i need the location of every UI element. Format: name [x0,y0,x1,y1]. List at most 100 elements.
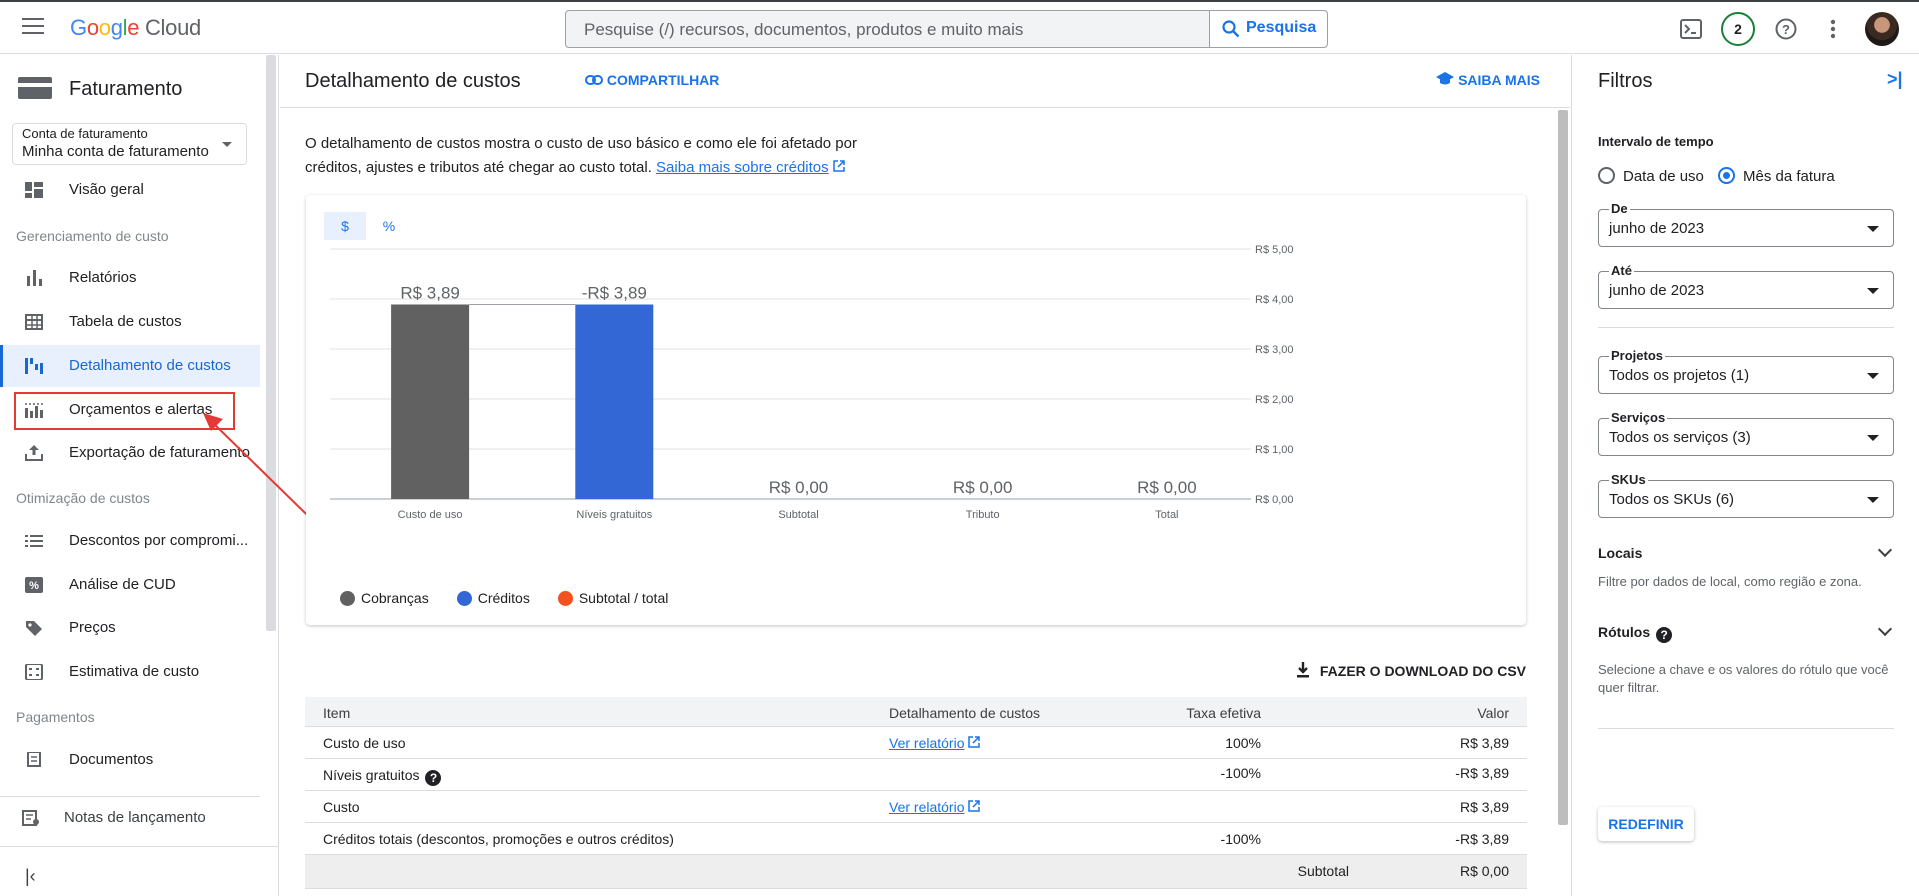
menu-icon[interactable] [22,18,44,36]
legend-swatch [340,591,355,606]
sidebar-item-label: Visão geral [69,181,144,198]
bar-chart-icon [27,270,42,286]
y-tick-label: R$ 5,00 [1255,244,1294,256]
dashboard-icon [25,182,43,198]
header-value: Valor [1477,705,1509,721]
link-icon [585,75,603,85]
avatar[interactable] [1865,12,1899,46]
time-range-label: Intervalo de tempo [1598,134,1714,149]
radio-usage-date[interactable]: Data de uso [1598,167,1704,185]
sidebar-item-cud-analysis[interactable]: % Análise de CUD [0,564,260,606]
to-label: Até [1609,263,1634,278]
x-tick-label: Subtotal [778,509,818,521]
sidebar-item-label: Preços [69,619,116,636]
from-select[interactable]: De junho de 2023 [1598,201,1894,247]
top-bar: Google Cloud Pesquise (/) recursos, docu… [0,0,1919,54]
view-report-link[interactable]: Ver relatório [889,799,981,815]
close-panel-icon[interactable]: >| [1887,69,1903,90]
tag-icon [26,621,42,636]
collapse-nav-icon[interactable]: |‹ [25,866,36,887]
main-header: Detalhamento de custos COMPARTILHAR SAIB… [280,55,1570,108]
y-tick-label: R$ 1,00 [1255,444,1294,456]
sidebar-item-release-notes[interactable]: Notas de lançamento [0,796,260,838]
more-vert-icon[interactable] [1830,19,1836,39]
data-label: R$ 3,89 [400,284,460,303]
bar [391,304,470,499]
school-icon [1436,72,1455,85]
sidebar-item-cost-table[interactable]: Tabela de custos [0,301,260,343]
share-button[interactable]: COMPARTILHAR [585,72,719,88]
sidebar-item-label: Relatórios [69,269,137,286]
section-cost-management: Gerenciamento de custo [16,228,169,244]
billing-card-icon [18,77,52,99]
legend-item: Cobranças [340,590,429,606]
billing-account-select[interactable]: Conta de faturamento Minha conta de fatu… [12,123,247,165]
x-tick-label: Total [1155,509,1178,521]
bar [575,304,654,499]
row-rate: 100% [1225,735,1261,751]
view-report-link[interactable]: Ver relatório [889,735,981,751]
chevron-down-icon [1867,497,1879,503]
calculator-icon [25,664,43,680]
search-button[interactable]: Pesquisa [1209,11,1327,47]
y-tick-label: R$ 2,00 [1255,394,1294,406]
reset-button[interactable]: REDEFINIR [1598,807,1694,841]
help-icon[interactable]: ? [425,770,442,786]
google-cloud-logo[interactable]: Google Cloud [70,15,201,41]
table-row: Créditos totais (descontos, promoções e … [305,823,1527,855]
billing-account-value: Minha conta de faturamento [22,143,209,160]
y-tick-label: R$ 3,00 [1255,344,1294,356]
svg-text:%: % [29,580,39,592]
learn-more-button[interactable]: SAIBA MAIS [1436,72,1540,88]
help-icon[interactable]: ? [1775,18,1797,40]
sidebar-item-documents[interactable]: Documentos [0,739,260,781]
help-icon[interactable]: ? [1656,627,1673,643]
external-link-icon [968,800,981,812]
sidebar-item-label: Notas de lançamento [64,809,206,826]
search-button-label: Pesquisa [1246,19,1317,36]
upload-icon [25,445,43,461]
sidebar-item-overview[interactable]: Visão geral [0,169,260,211]
search-bar[interactable]: Pesquise (/) recursos, documentos, produ… [565,10,1328,48]
to-select[interactable]: Até junho de 2023 [1598,263,1894,309]
subtotal-value: R$ 0,00 [1459,863,1509,879]
skus-label: SKUs [1609,472,1648,487]
row-item-label: Níveis gratuitos [323,767,420,783]
projects-select[interactable]: Projetos Todos os projetos (1) [1598,348,1894,394]
to-value: junho de 2023 [1609,282,1705,299]
notifications-badge[interactable]: 2 [1721,12,1755,46]
x-tick-label: Níveis gratuitos [576,509,652,521]
cloud-shell-icon[interactable] [1680,19,1702,39]
learn-credits-link[interactable]: Saiba mais sobre créditos [656,159,829,176]
locations-expander[interactable]: Locais Filtre por dados de local, como r… [1598,542,1894,591]
filters-panel: Filtros >| Intervalo de tempo Data de us… [1571,55,1919,896]
labels-expander[interactable]: Rótulos? Selecione a chave e os valores … [1598,621,1894,697]
search-input[interactable]: Pesquise (/) recursos, documentos, produ… [584,20,1023,40]
sidebar-item-pricing[interactable]: Preços [0,607,260,649]
chevron-down-icon [1867,373,1879,379]
data-label: -R$ 3,89 [582,284,647,303]
services-select[interactable]: Serviços Todos os serviços (3) [1598,410,1894,456]
download-csv-button[interactable]: FAZER O DOWNLOAD DO CSV [1296,662,1526,679]
main-scrollbar[interactable] [1558,110,1568,825]
chart-legend: Cobranças Créditos Subtotal / total [340,590,696,606]
percent-icon: % [25,577,43,593]
section-payments: Pagamentos [16,709,95,725]
skus-select[interactable]: SKUs Todos os SKUs (6) [1598,472,1894,518]
projects-value: Todos os projetos (1) [1609,367,1750,384]
chevron-down-icon [222,142,232,147]
row-rate: -100% [1220,831,1261,847]
external-link-icon [833,160,845,172]
radio-invoice-month[interactable]: Mês da fatura [1718,167,1835,185]
radio-label: Mês da fatura [1743,168,1835,185]
labels-description: Selecione a chave e os valores do rótulo… [1598,662,1889,695]
sidebar-item-cost-estimate[interactable]: Estimativa de custo [0,651,260,693]
table-subtotal-row: Subtotal R$ 0,00 [305,855,1527,889]
row-value: -R$ 3,89 [1455,831,1509,847]
list-icon [25,535,43,547]
sidebar-item-label: Análise de CUD [69,576,176,593]
skus-value: Todos os SKUs (6) [1609,491,1735,508]
sidebar-item-cost-breakdown[interactable]: Detalhamento de custos [0,345,260,387]
sidebar-item-reports[interactable]: Relatórios [0,257,260,299]
header-breakdown: Detalhamento de custos [889,705,1040,721]
